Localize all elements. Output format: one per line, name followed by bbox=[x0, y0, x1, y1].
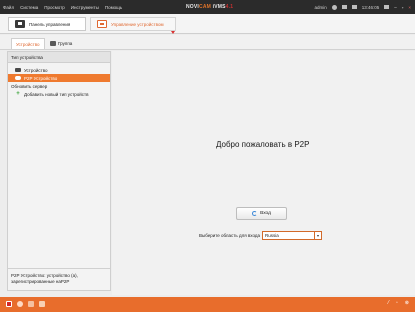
tree-item-add-device-type[interactable]: + Добавить новый тип устройств bbox=[8, 90, 110, 98]
device-type-panel: Тип устройства Устройство P2P Устройство… bbox=[7, 51, 111, 291]
tab-device-management[interactable]: Управление устройством bbox=[90, 17, 176, 31]
region-select-value: Russia bbox=[265, 232, 279, 238]
close-button[interactable]: × bbox=[408, 5, 411, 10]
tree-item-label: Устройство bbox=[24, 67, 48, 73]
menu-tools[interactable]: Инструменты bbox=[71, 5, 99, 10]
clock-time: 13:46:05 bbox=[361, 4, 380, 10]
username: admin bbox=[314, 4, 327, 10]
login-icon bbox=[252, 211, 258, 216]
lock-icon[interactable] bbox=[341, 5, 347, 9]
login-button-label: Вход bbox=[260, 211, 271, 216]
menu-file[interactable]: Файл bbox=[3, 5, 14, 10]
chevron-down-icon[interactable]: ▾ bbox=[314, 231, 321, 239]
tab-device[interactable]: Устройство bbox=[11, 38, 45, 49]
tab-control-panel[interactable]: Панель управления bbox=[8, 17, 86, 31]
titlebar-right: admin 13:46:05 – ▫ × bbox=[314, 0, 411, 14]
monitor-icon[interactable] bbox=[351, 5, 357, 9]
status-bar: ⁄ ▫ ⊗ bbox=[0, 297, 415, 312]
maximize-button[interactable]: ▫ bbox=[402, 5, 404, 10]
record-icon[interactable] bbox=[17, 301, 23, 307]
tree-item-label: P2P Устройство bbox=[24, 75, 58, 81]
p2p-cloud-icon bbox=[15, 76, 21, 80]
control-panel-icon bbox=[15, 20, 25, 28]
login-button[interactable]: Вход bbox=[236, 207, 287, 220]
status-icon bbox=[384, 5, 390, 9]
tab-group[interactable]: Группа bbox=[46, 38, 76, 49]
message-icon[interactable] bbox=[39, 301, 45, 307]
brand-part-novi: NOVI bbox=[186, 4, 200, 10]
tree-item-device[interactable]: Устройство bbox=[8, 66, 110, 74]
window-icon[interactable]: ▫ bbox=[396, 300, 398, 306]
plus-icon: + bbox=[16, 91, 20, 97]
alarm-icon[interactable] bbox=[6, 301, 12, 307]
menu-system[interactable]: Система bbox=[20, 5, 38, 10]
device-type-header: Тип устройства bbox=[8, 52, 110, 63]
group-icon bbox=[50, 41, 56, 46]
menu-bar: Файл Система Просмотр Инструменты Помощь bbox=[0, 5, 122, 10]
settings-icon[interactable]: ⊗ bbox=[405, 300, 409, 306]
brand-part-cam: CAM bbox=[199, 4, 212, 10]
main-toolbar: Панель управления Управление устройством bbox=[0, 14, 415, 34]
menu-help[interactable]: Помощь bbox=[105, 5, 122, 10]
tab-device-management-label: Управление устройством bbox=[111, 21, 164, 27]
region-label: Выберите область для входа bbox=[199, 232, 261, 238]
p2p-main-panel: Добро пожаловать в P2P Вход Выберите обл… bbox=[112, 51, 415, 295]
brand-part-ivms: iVMS bbox=[211, 4, 226, 10]
region-select[interactable]: Russia ▾ bbox=[262, 230, 323, 240]
pin-icon[interactable]: ⁄ bbox=[388, 300, 389, 306]
panel-description: P2P Устройство: устройство (а), зарегист… bbox=[8, 268, 110, 290]
region-selector-row: Выберите область для входа Russia ▾ bbox=[199, 230, 323, 240]
title-bar: Файл Система Просмотр Инструменты Помощь… bbox=[0, 0, 415, 14]
device-type-tree: Устройство P2P Устройство Обновить серве… bbox=[8, 63, 110, 98]
menu-view[interactable]: Просмотр bbox=[44, 5, 65, 10]
tab-control-panel-label: Панель управления bbox=[29, 21, 71, 27]
status-bar-right: ⁄ ▫ ⊗ bbox=[388, 300, 409, 306]
status-bar-left bbox=[6, 301, 45, 307]
network-icon[interactable] bbox=[28, 301, 34, 307]
minimize-button[interactable]: – bbox=[394, 5, 397, 10]
user-icon[interactable] bbox=[331, 4, 337, 10]
tree-item-refresh-server[interactable]: Обновить сервер bbox=[8, 82, 110, 90]
app-brand: NOVICAM iVMS4.1 bbox=[186, 4, 233, 10]
tree-item-p2p-device[interactable]: P2P Устройство bbox=[8, 74, 110, 82]
tab-group-label: Группа bbox=[58, 41, 73, 46]
tab-device-label: Устройство bbox=[16, 41, 40, 47]
device-icon bbox=[15, 68, 21, 72]
sub-tabs: Устройство Группа bbox=[0, 35, 415, 50]
brand-part-version: 4.1 bbox=[225, 4, 234, 10]
active-tab-marker bbox=[171, 31, 175, 34]
device-management-icon bbox=[97, 20, 107, 28]
tree-item-label: Обновить сервер bbox=[11, 83, 48, 89]
welcome-title: Добро пожаловать в P2P bbox=[216, 140, 310, 149]
tree-item-label: Добавить новый тип устройств bbox=[24, 91, 89, 97]
